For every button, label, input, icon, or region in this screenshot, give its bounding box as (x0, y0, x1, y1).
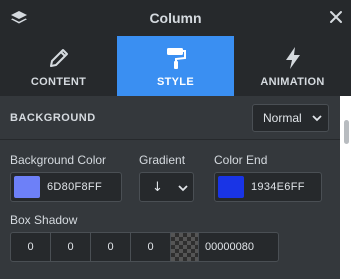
panel-title: Column (149, 10, 202, 26)
shadow-spread-input[interactable]: 0 (131, 233, 171, 261)
layers-icon[interactable] (10, 10, 28, 26)
background-color-label: Background Color (10, 153, 107, 167)
color-end-label: Color End (214, 153, 268, 167)
color-end-value: 1934E6FF (251, 181, 305, 193)
box-shadow-controls: 0 0 0 0 00000080 (10, 232, 279, 262)
color-end-swatch[interactable] (218, 176, 244, 198)
box-shadow-label: Box Shadow (10, 213, 78, 227)
section-title: BACKGROUND (10, 112, 96, 124)
tab-content[interactable]: CONTENT (0, 36, 117, 96)
pencil-icon (49, 49, 68, 67)
shadow-color-value[interactable]: 00000080 (199, 233, 278, 261)
background-color-value: 6D80F8FF (47, 181, 102, 193)
gradient-select[interactable]: ↓ (139, 172, 194, 202)
background-color-swatch[interactable] (14, 176, 40, 198)
tab-animation-label: ANIMATION (260, 76, 325, 88)
chevron-down-icon (178, 185, 188, 192)
shadow-y-input[interactable]: 0 (51, 233, 91, 261)
gradient-direction-value: ↓ (152, 180, 163, 195)
close-icon[interactable] (329, 10, 343, 24)
tab-content-label: CONTENT (30, 76, 87, 88)
shadow-x-input[interactable]: 0 (11, 233, 51, 261)
background-color-field[interactable]: 6D80F8FF (10, 172, 122, 202)
gradient-label: Gradient (139, 153, 186, 167)
panel-header: Column (0, 0, 351, 36)
tab-style-label: STYLE (157, 76, 194, 88)
scrollbar-thumb[interactable] (344, 120, 349, 144)
shadow-blur-input[interactable]: 0 (91, 233, 131, 261)
bolt-icon (285, 47, 300, 69)
shadow-color-swatch[interactable] (171, 233, 199, 261)
blend-mode-select[interactable]: Normal (252, 104, 329, 132)
tab-bar: CONTENT STYLE ANIMATION (0, 36, 351, 96)
chevron-down-icon (312, 115, 322, 122)
tab-animation[interactable]: ANIMATION (234, 36, 351, 96)
paint-roller-icon (166, 48, 186, 69)
tab-style[interactable]: STYLE (117, 36, 234, 96)
blend-mode-value: Normal (263, 111, 302, 125)
color-end-field[interactable]: 1934E6FF (214, 172, 322, 202)
